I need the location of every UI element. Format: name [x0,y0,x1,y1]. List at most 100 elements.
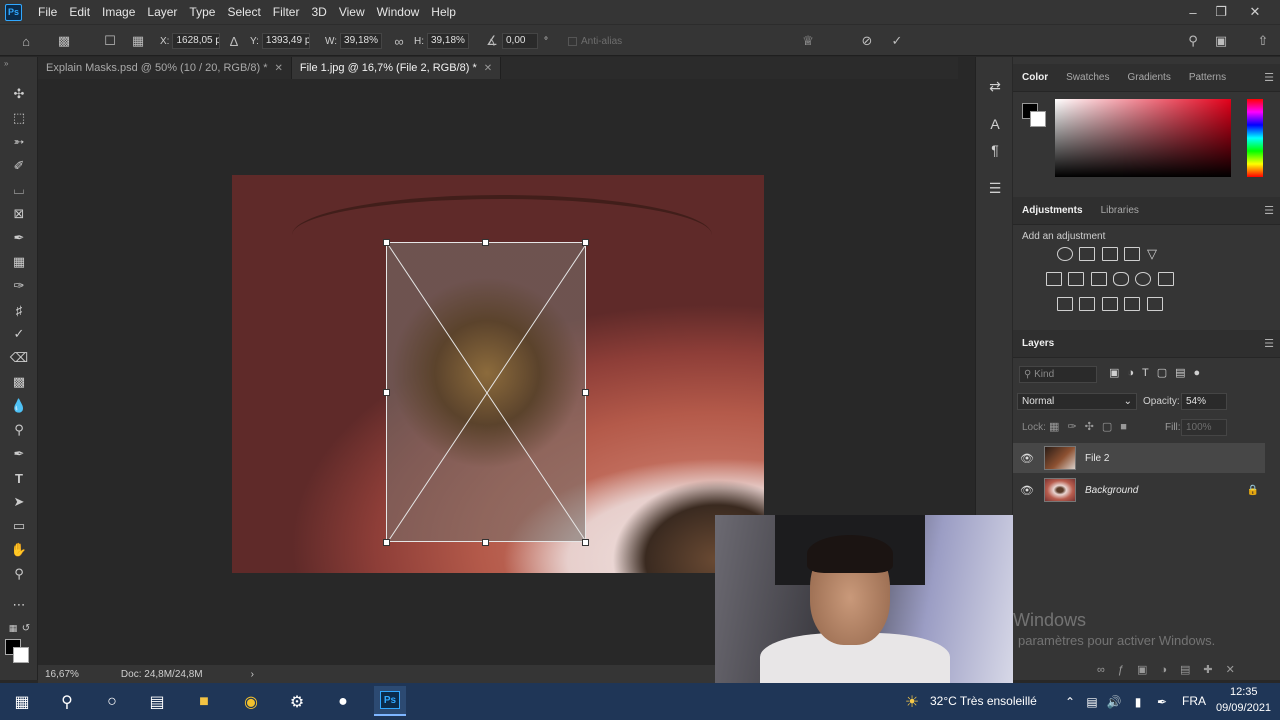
transform-handle-left[interactable] [383,389,390,396]
menu-3d[interactable]: 3D [305,5,332,19]
eraser-tool-icon[interactable]: ⌫ [9,348,29,368]
cancel-transform-icon[interactable]: ⊘ [858,32,876,50]
tab-adjustments[interactable]: Adjustments [1013,205,1092,216]
type-tool-icon[interactable]: T [9,468,29,488]
search-icon[interactable]: ⚲ [55,690,79,714]
restore-icon[interactable]: ❐ [1206,0,1236,24]
menu-view[interactable]: View [333,5,371,19]
cortana-icon[interactable]: ○ [100,690,124,714]
layer-footer-icons[interactable]: ∞ƒ▣◑▤✚✕ [1097,663,1248,676]
h-field[interactable]: 39,18% [427,33,469,49]
lock-icons[interactable]: ▦✑✣▢■ [1049,420,1135,433]
weather-sun-icon[interactable]: ☀ [900,690,924,714]
relative-position-icon[interactable]: Δ [225,32,243,50]
selective-color-icon[interactable] [1124,297,1140,311]
photo-filter-icon[interactable] [1113,272,1129,286]
clock-date[interactable]: 09/09/2021 [1216,702,1271,714]
y-field[interactable]: 1393,49 p [261,33,310,49]
menu-layer[interactable]: Layer [141,5,183,19]
color-picker-field[interactable] [1055,99,1231,177]
menu-window[interactable]: Window [371,5,426,19]
workspace-icon[interactable]: ▣ [1212,32,1230,50]
panel-menu-icon[interactable]: ☰ [1264,337,1274,350]
transform-handle-top-left[interactable] [383,239,390,246]
transform-handle-bottom[interactable] [482,539,489,546]
history-brush-tool-icon[interactable]: ✓ [9,324,29,344]
layer-filter-icons[interactable]: ▣◑T▢▤● [1109,366,1208,379]
fill-field[interactable]: 100% [1181,419,1227,436]
close-tab-icon[interactable]: ✕ [484,63,492,74]
photoshop-taskbar-icon[interactable]: Ps [374,686,406,716]
angle-field[interactable]: 0,00 [502,33,538,49]
tab-libraries[interactable]: Libraries [1092,205,1148,216]
menu-file[interactable]: File [32,5,63,19]
rectangle-tool-icon[interactable]: ▭ [9,516,29,536]
transform-handle-right[interactable] [582,389,589,396]
status-arrow-icon[interactable]: › [251,669,254,680]
gradient-tool-icon[interactable]: ▩ [9,372,29,392]
frame-tool-icon[interactable]: ⊠ [9,204,29,224]
posterize-icon[interactable] [1079,297,1095,311]
obs-icon[interactable]: ● [331,690,355,714]
color-balance-icon[interactable] [1068,272,1084,286]
properties-icon[interactable]: ☰ [984,177,1006,199]
antialias-checkbox[interactable] [568,36,577,46]
warp-icon[interactable]: ♕ [799,32,817,50]
menu-select[interactable]: Select [221,5,266,19]
layer-row-file-2[interactable]: 👁 File 2 [1013,443,1265,473]
black-white-icon[interactable] [1091,272,1107,286]
volume-icon[interactable]: 🔊 [1102,690,1126,714]
menu-image[interactable]: Image [96,5,141,19]
chevron-up-icon[interactable]: ⌃ [1058,690,1082,714]
windows-start-icon[interactable]: ▦ [10,690,34,714]
menu-filter[interactable]: Filter [267,5,306,19]
zoom-level[interactable]: 16,67% [45,669,79,680]
menu-edit[interactable]: Edit [63,5,96,19]
chrome-icon[interactable]: ◉ [239,690,263,714]
channel-mixer-icon[interactable] [1135,272,1151,286]
tab-explain-masks[interactable]: Explain Masks.psd @ 50% (10 / 20, RGB/8)… [38,57,292,79]
more-tools-icon[interactable]: ⋯ [9,595,29,615]
swap-colors-icon[interactable]: ↺ [16,618,36,638]
invert-icon[interactable] [1057,297,1073,311]
exposure-icon[interactable] [1124,247,1140,261]
hue-slider[interactable] [1247,99,1263,177]
vibrance-icon[interactable]: ▽ [1147,247,1163,261]
visibility-eye-icon[interactable]: 👁 [1013,484,1041,497]
home-icon[interactable]: ⌂ [17,32,35,50]
tab-file-1[interactable]: File 1.jpg @ 16,7% (File 2, RGB/8) * ✕ [291,57,502,79]
threshold-icon[interactable] [1102,297,1118,311]
healing-brush-tool-icon[interactable]: ▦ [9,252,29,272]
layer-filter-field[interactable]: ⚲ Kind [1019,366,1097,383]
marquee-tool-icon[interactable]: ⬚ [9,108,29,128]
eyedropper-tool-icon[interactable]: ✒ [9,228,29,248]
task-view-icon[interactable]: ▤ [145,690,169,714]
brightness-contrast-icon[interactable] [1057,247,1073,261]
file-explorer-icon[interactable]: ■ [192,690,216,714]
paragraph-icon[interactable]: ¶ [984,139,1006,161]
close-window-icon[interactable]: ✕ [1240,0,1270,24]
blend-mode-select[interactable]: Normal ⌄ [1017,393,1137,410]
curves-icon[interactable] [1102,247,1118,261]
character-icon[interactable]: A [984,113,1006,135]
pen-tool-icon[interactable]: ✒ [9,444,29,464]
blur-tool-icon[interactable]: 💧 [9,396,29,416]
pen-icon[interactable]: ✒ [1150,690,1174,714]
panel-menu-icon[interactable]: ☰ [1264,204,1274,217]
link-icon[interactable]: ∞ [390,32,408,50]
quick-selection-tool-icon[interactable]: ✐ [9,156,29,176]
path-selection-tool-icon[interactable]: ➤ [9,492,29,512]
lasso-tool-icon[interactable]: ➳ [9,132,29,152]
layer-row-background[interactable]: 👁 Background 🔒 [1013,475,1265,505]
hand-tool-icon[interactable]: ✋ [9,540,29,560]
transform-bounding-box[interactable] [386,242,587,543]
transform-handle-top-right[interactable] [582,239,589,246]
dodge-tool-icon[interactable]: ⚲ [9,420,29,440]
brush-tool-icon[interactable]: ✑ [9,276,29,296]
settings-gear-icon[interactable]: ⚙ [285,690,309,714]
panel-menu-icon[interactable]: ☰ [1264,71,1274,84]
opacity-field[interactable]: 54% [1181,393,1227,410]
network-icon[interactable]: ▤ [1080,690,1104,714]
color-background-swatch[interactable] [1030,111,1046,127]
search-icon[interactable]: ⚲ [1184,32,1202,50]
